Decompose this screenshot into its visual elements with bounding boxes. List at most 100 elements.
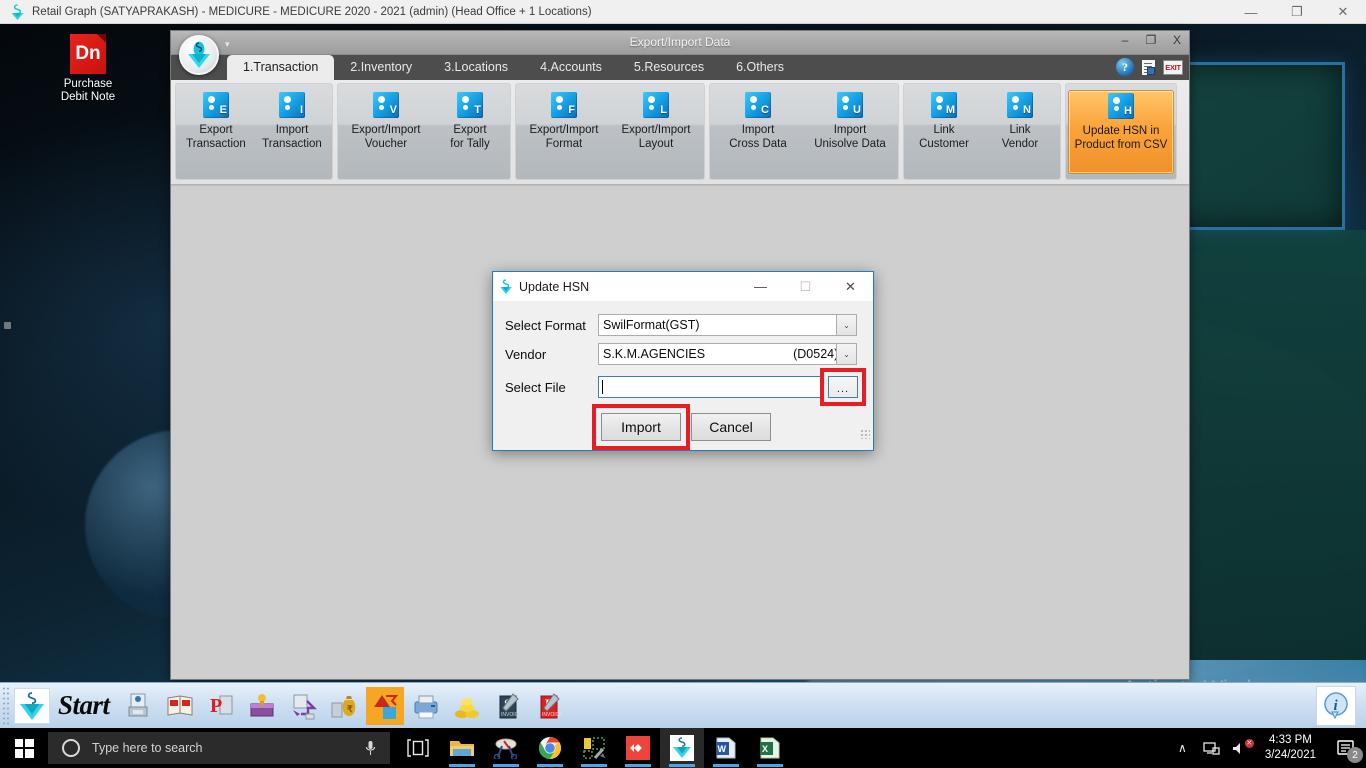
tab-inventory[interactable]: 2.Inventory <box>334 55 428 80</box>
quicklaunch-gold-item[interactable] <box>448 687 486 725</box>
ribbon-group-format: F Export/Import Format L Export/Import L… <box>515 83 705 180</box>
chevron-down-icon[interactable]: ⌄ <box>836 315 856 335</box>
quick-bar-grip[interactable] <box>2 685 10 726</box>
quick-bar-start-label[interactable]: Start <box>58 690 110 721</box>
app-minimize-button[interactable]: – <box>1117 33 1133 47</box>
icon-letter: T <box>474 104 481 116</box>
tab-others[interactable]: 6.Others <box>720 55 800 80</box>
dialog-body: Select Format SwilFormat(GST) ⌄ Vendor S… <box>493 301 873 450</box>
import-unisolve-data-icon: U <box>837 92 863 118</box>
tab-resources[interactable]: 5.Resources <box>618 55 720 80</box>
taskview-icon[interactable] <box>396 728 440 768</box>
ribbon-button-import-transaction[interactable]: I Import Transaction <box>254 90 330 151</box>
outer-minimize-button[interactable]: — <box>1228 0 1274 24</box>
exit-icon[interactable]: EXIT <box>1163 59 1183 75</box>
cancel-button[interactable]: Cancel <box>691 413 771 441</box>
ribbon-button-import-unisolve-data[interactable]: U Import Unisolve Data <box>804 90 896 151</box>
quicklaunch-stock-item[interactable] <box>243 687 281 725</box>
quicklaunch-order-book-item[interactable] <box>161 687 199 725</box>
select-file-input[interactable] <box>598 376 822 398</box>
microphone-icon[interactable] <box>365 740 376 756</box>
ribbon-button-label: Link <box>1009 124 1031 136</box>
anydesk-icon[interactable] <box>616 728 660 768</box>
vendor-value: S.K.M.AGENCIES (D0524) <box>599 347 856 361</box>
help-icon[interactable]: ? <box>1116 58 1134 76</box>
link-vendor-icon: N <box>1007 92 1033 118</box>
outer-restore-button[interactable]: ❐ <box>1274 0 1320 24</box>
shortcut-label-line2: Debit Note <box>60 91 116 103</box>
file-explorer-icon[interactable] <box>440 728 484 768</box>
text-caret <box>602 380 603 394</box>
dev-tools-icon[interactable] <box>572 728 616 768</box>
dialog-close-button[interactable]: ✕ <box>828 272 873 301</box>
dialog-title: Update HSN <box>519 279 590 294</box>
network-icon[interactable] <box>1197 741 1226 756</box>
ribbon-button-export-import-format[interactable]: F Export/Import Format <box>518 90 610 151</box>
quick-access-caret-icon[interactable]: ▾ <box>225 39 230 50</box>
ribbon-button-label: Import <box>833 124 867 136</box>
screen: aph hains Retail Graph (SATYAPRAKASH) - … <box>0 0 1366 768</box>
tab-transaction[interactable]: 1.Transaction <box>227 55 335 80</box>
ribbon-button-export-import-voucher[interactable]: V Export/Import Voucher <box>340 90 432 151</box>
app-window-controls: – ❐ X <box>1117 33 1185 47</box>
action-center-icon[interactable]: 2 <box>1326 728 1366 768</box>
quicklaunch-purchase-item[interactable]: P <box>202 687 240 725</box>
outer-window-title: Retail Graph (SATYAPRAKASH) - MEDICURE -… <box>32 5 592 18</box>
desktop-shortcut-purchase-debit-note[interactable]: Dn Purchase Debit Note <box>52 34 124 104</box>
ribbon-button-link-customer[interactable]: M Link Customer <box>906 90 982 151</box>
tray-chevron-icon[interactable]: ∧ <box>1168 741 1197 755</box>
select-format-combobox[interactable]: SwilFormat(GST) ⌄ <box>598 314 857 336</box>
ribbon-button-link-vendor[interactable]: N Link Vendor <box>982 90 1058 151</box>
swil-logo-icon[interactable] <box>14 687 50 724</box>
windows-start-icon[interactable] <box>0 728 48 768</box>
app-close-button[interactable]: X <box>1169 33 1185 47</box>
ribbon-button-export-for-tally[interactable]: T Export for Tally <box>432 90 508 151</box>
ribbon-button-export-transaction[interactable]: E Export Transaction <box>178 90 254 151</box>
quicklaunch-purchase-invoice-item[interactable]: P INVOICE <box>530 687 568 725</box>
dialog-resize-grip[interactable] <box>860 429 870 439</box>
import-button[interactable]: Import <box>601 413 681 441</box>
dialog-maximize-button[interactable]: ☐ <box>783 272 828 301</box>
search-input[interactable]: Type here to search <box>48 732 390 764</box>
vendor-combobox[interactable]: S.K.M.AGENCIES (D0524) ⌄ <box>598 343 857 365</box>
word-icon[interactable]: W <box>704 728 748 768</box>
browse-file-button[interactable]: ... <box>828 376 858 398</box>
quicklaunch-printer-item[interactable] <box>120 687 158 725</box>
tab-accounts[interactable]: 4.Accounts <box>524 55 618 80</box>
chevron-down-icon[interactable]: ⌄ <box>836 344 856 364</box>
shortcut-label-line1: Purchase <box>63 78 113 90</box>
ribbon-button-label: Export <box>453 124 487 136</box>
ribbon-button-export-import-layout[interactable]: L Export/Import Layout <box>610 90 702 151</box>
export-import-layout-icon: L <box>643 92 669 118</box>
search-placeholder: Type here to search <box>92 741 203 755</box>
app-restore-button[interactable]: ❐ <box>1143 33 1159 47</box>
quicklaunch-payment-item[interactable] <box>284 687 322 725</box>
swil-round-logo[interactable] <box>179 35 219 75</box>
ribbon-button-label2: for Tally <box>450 138 490 150</box>
retail-graph-icon[interactable] <box>660 728 704 768</box>
outer-close-button[interactable]: ✕ <box>1320 0 1366 24</box>
app-window-title: Export/Import Data <box>629 35 731 49</box>
info-icon[interactable]: i <box>1316 685 1356 726</box>
ribbon-button-label2: Voucher <box>364 138 408 150</box>
chrome-icon[interactable] <box>528 728 572 768</box>
quicklaunch-reports-item[interactable] <box>365 686 404 725</box>
excel-icon[interactable]: X <box>748 728 792 768</box>
ribbon-button-update-hsn-from-csv[interactable]: H Update HSN in Product from CSV <box>1068 90 1174 174</box>
quicklaunch-sales-invoice-item[interactable]: S INVOICE <box>489 687 527 725</box>
report-icon[interactable] <box>1141 58 1156 76</box>
volume-muted-icon[interactable]: ✕ <box>1226 738 1255 756</box>
snipping-tool-icon[interactable] <box>484 728 528 768</box>
dialog-minimize-button[interactable]: — <box>738 272 783 301</box>
quicklaunch-cash-item[interactable]: ₹ <box>325 687 363 725</box>
icon-letter: U <box>853 104 861 116</box>
import-cross-data-icon: C <box>745 92 771 118</box>
ribbon-button-import-cross-data[interactable]: C Import Cross Data <box>712 90 804 151</box>
ribbon-button-label2: Cross Data <box>729 138 787 150</box>
dialog-action-row: Import Cancel <box>493 404 873 450</box>
clock[interactable]: 4:33 PM 3/24/2021 <box>1255 733 1326 763</box>
ribbon-button-label2: Format <box>545 138 583 150</box>
export-transaction-icon: E <box>203 92 229 118</box>
tab-locations[interactable]: 3.Locations <box>428 55 524 80</box>
quicklaunch-print-item[interactable] <box>407 687 445 725</box>
